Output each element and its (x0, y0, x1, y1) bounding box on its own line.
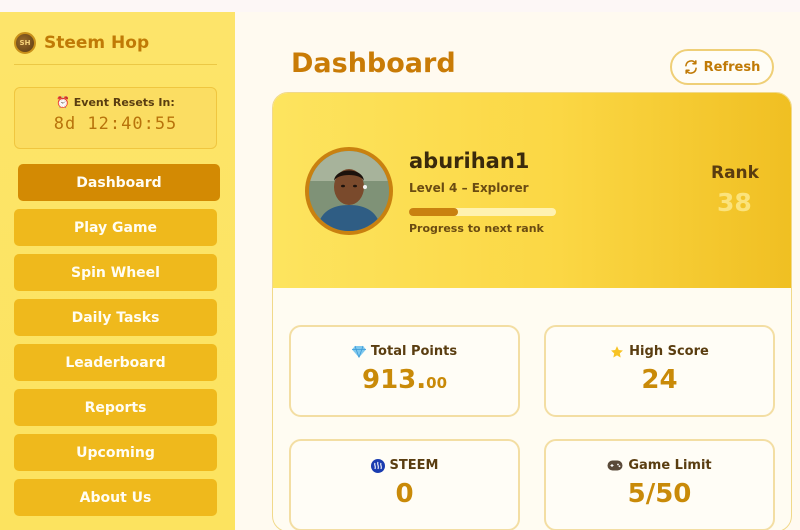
stat-high-score-text: High Score (629, 344, 709, 359)
event-countdown: ⏰ Event Resets In: 8d 12:40:55 (14, 87, 217, 149)
dashboard-card: aburihan1 Level 4 – Explorer Progress to… (272, 92, 792, 530)
stat-high-score-label: High Score (546, 344, 773, 359)
event-title: ⏰ Event Resets In: (15, 96, 216, 109)
nav-spin-wheel[interactable]: Spin Wheel (14, 254, 217, 291)
nav-daily-tasks[interactable]: Daily Tasks (14, 299, 217, 336)
stat-steem-text: STEEM (389, 458, 439, 473)
nav-about-us[interactable]: About Us (14, 479, 217, 516)
star-icon (610, 345, 624, 359)
stat-total-points-dec: 00 (426, 374, 448, 392)
event-timer: 8d 12:40:55 (53, 114, 178, 134)
profile-banner: aburihan1 Level 4 – Explorer Progress to… (273, 93, 791, 288)
stat-game-limit: Game Limit 5/50 (544, 439, 775, 530)
stat-game-limit-value: 5/50 (627, 479, 692, 509)
stat-high-score-value: 24 (641, 365, 678, 395)
sidebar-nav: Dashboard Play Game Spin Wheel Daily Tas… (14, 164, 222, 524)
refresh-icon (684, 60, 697, 74)
nav-play-game[interactable]: Play Game (14, 209, 217, 246)
stat-high-score: High Score 24 (544, 325, 775, 417)
rank-progress-bar (409, 208, 556, 216)
stat-total-points-value: 913.00 (291, 365, 518, 395)
stat-steem-label: STEEM (291, 458, 518, 473)
brand-logo-icon: SH (14, 32, 36, 54)
stat-steem: STEEM 0 (289, 439, 520, 530)
brand-divider (14, 64, 217, 65)
stat-total-points-label: Total Points (291, 344, 518, 359)
page-title: Dashboard (291, 48, 456, 79)
stat-game-limit-label: Game Limit (546, 458, 773, 473)
rank-value: 38 (717, 188, 752, 217)
stat-total-points-text: Total Points (370, 344, 458, 359)
stat-game-limit-text: Game Limit (628, 458, 712, 473)
avatar-photo (309, 151, 389, 231)
brand-name: Steem Hop (44, 33, 150, 53)
rank-label: Rank (711, 163, 759, 183)
refresh-button[interactable]: Refresh (670, 49, 774, 85)
user-level: Level 4 – Explorer (409, 181, 529, 195)
gamepad-icon (607, 460, 623, 471)
progress-label: Progress to next rank (409, 222, 544, 235)
nav-dashboard[interactable]: Dashboard (18, 164, 220, 201)
nav-upcoming[interactable]: Upcoming (14, 434, 217, 471)
nav-reports[interactable]: Reports (14, 389, 217, 426)
rank-progress-fill (409, 208, 458, 216)
username: aburihan1 (409, 149, 530, 173)
avatar[interactable] (305, 147, 393, 235)
nav-leaderboard[interactable]: Leaderboard (14, 344, 217, 381)
top-strip (0, 0, 800, 12)
stat-total-points-int: 913. (361, 365, 427, 395)
stat-steem-value: 0 (395, 479, 414, 509)
sidebar: SH Steem Hop ⏰ Event Resets In: 8d 12:40… (0, 12, 235, 530)
alarm-clock-icon: ⏰ (56, 96, 70, 109)
brand[interactable]: SH Steem Hop (14, 32, 149, 54)
diamond-icon (351, 345, 366, 358)
refresh-label: Refresh (703, 59, 761, 75)
event-title-text: Event Resets In: (73, 96, 175, 109)
steem-logo-icon (370, 458, 385, 473)
stat-total-points: Total Points 913.00 (289, 325, 520, 417)
